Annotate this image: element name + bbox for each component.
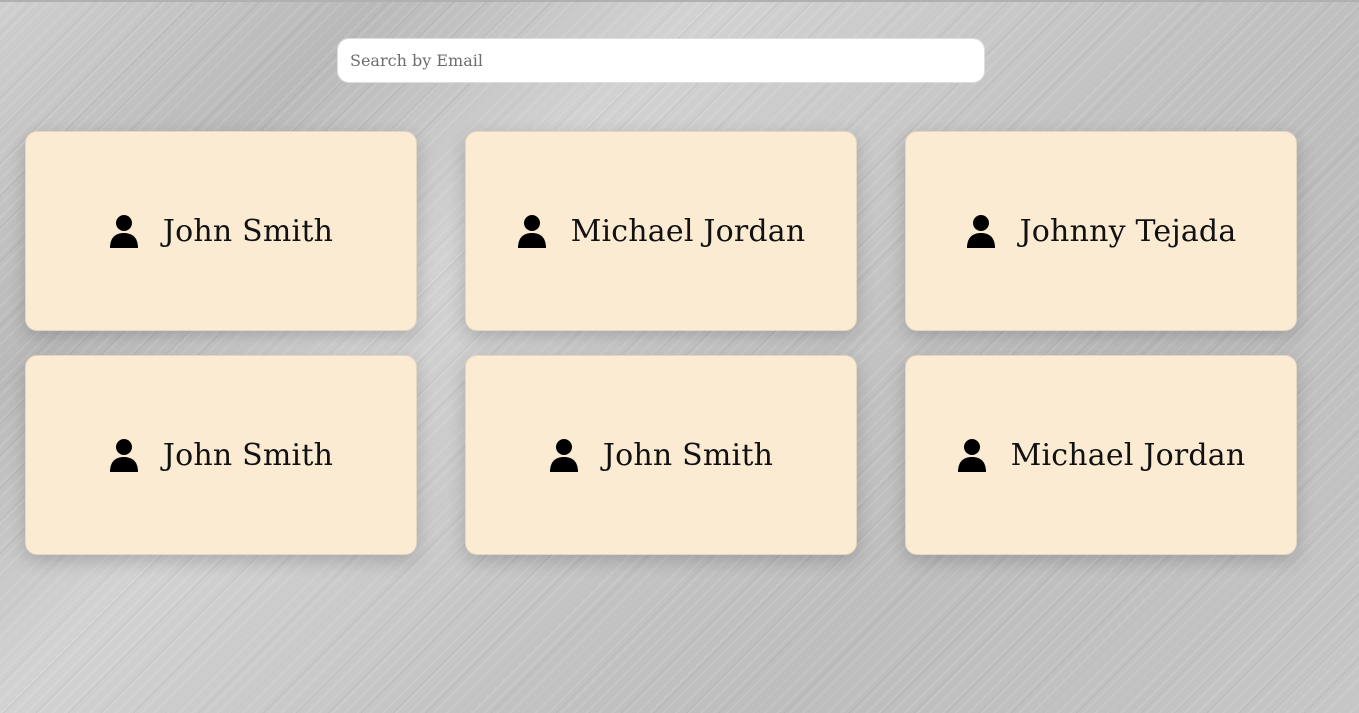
user-card-content: John Smith bbox=[109, 214, 333, 249]
user-name: John Smith bbox=[162, 213, 334, 249]
person-icon bbox=[109, 438, 139, 472]
user-card[interactable]: John Smith bbox=[465, 355, 857, 555]
person-icon bbox=[549, 438, 579, 472]
person-icon bbox=[957, 438, 987, 472]
person-icon bbox=[517, 214, 547, 248]
user-card-grid: John Smith Michael Jordan Johnny Tejada … bbox=[25, 131, 1297, 555]
user-name: Johnny Tejada bbox=[1019, 213, 1237, 249]
user-card[interactable]: Michael Jordan bbox=[465, 131, 857, 331]
person-icon bbox=[109, 214, 139, 248]
user-card[interactable]: Michael Jordan bbox=[905, 355, 1297, 555]
user-name: Michael Jordan bbox=[1010, 437, 1246, 473]
user-card-content: Michael Jordan bbox=[957, 438, 1246, 473]
user-name: Michael Jordan bbox=[570, 213, 806, 249]
user-card-content: John Smith bbox=[109, 438, 333, 473]
user-card-content: John Smith bbox=[549, 438, 773, 473]
user-card[interactable]: John Smith bbox=[25, 131, 417, 331]
user-card[interactable]: Johnny Tejada bbox=[905, 131, 1297, 331]
user-name: John Smith bbox=[602, 437, 774, 473]
user-card[interactable]: John Smith bbox=[25, 355, 417, 555]
user-card-content: Michael Jordan bbox=[517, 214, 806, 249]
person-icon bbox=[966, 214, 996, 248]
user-name: John Smith bbox=[162, 437, 334, 473]
user-card-content: Johnny Tejada bbox=[966, 214, 1237, 249]
search-email-input[interactable] bbox=[337, 38, 985, 83]
top-border bbox=[0, 0, 1359, 2]
